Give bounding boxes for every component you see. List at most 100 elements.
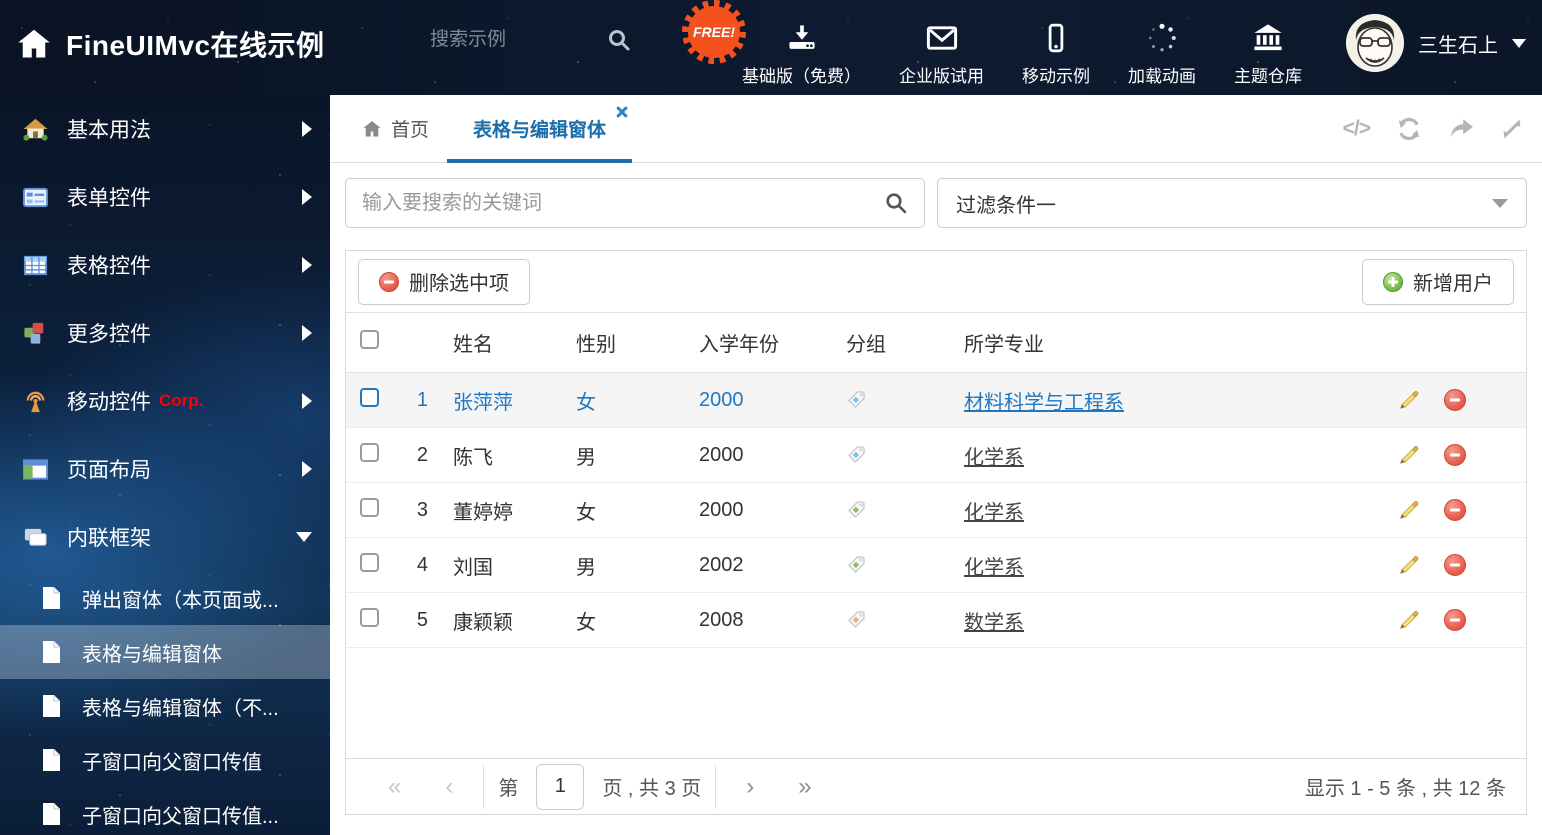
sidebar-item-form-controls[interactable]: 表单控件 — [0, 163, 330, 231]
plus-circle-icon — [1383, 271, 1403, 292]
chevron-right-icon — [302, 461, 312, 477]
table-row[interactable]: 1 张萍萍 女 2000 材料科学与工程系 — [346, 373, 1526, 428]
row-checkbox[interactable] — [360, 497, 379, 517]
major-link[interactable]: 化学系 — [964, 502, 1024, 524]
tab-grid-edit-window[interactable]: 表格与编辑窗体 — [447, 95, 633, 163]
download-icon — [786, 22, 818, 54]
edit-pencil-icon[interactable] — [1398, 499, 1420, 521]
edit-pencil-icon[interactable] — [1398, 609, 1420, 631]
keyword-search-box[interactable] — [345, 178, 925, 228]
keyword-search-input[interactable] — [362, 191, 884, 215]
antenna-icon — [22, 388, 49, 415]
table-row[interactable]: 4 刘国 男 2002 化学系 — [346, 538, 1526, 593]
edit-pencil-icon[interactable] — [1398, 444, 1420, 466]
sidebar-subitem-grid-edit-window[interactable]: 表格与编辑窗体 — [0, 625, 330, 679]
delete-row-icon[interactable] — [1444, 554, 1466, 576]
chevron-right-icon — [302, 189, 312, 205]
row-gender: 男 — [576, 556, 596, 579]
row-year: 2008 — [699, 608, 744, 631]
row-index: 5 — [416, 608, 428, 631]
table-row[interactable]: 3 董婷婷 女 2000 化学系 — [346, 483, 1526, 538]
delete-row-icon[interactable] — [1444, 609, 1466, 631]
user-menu[interactable]: 三生石上 — [1346, 14, 1526, 72]
page-number-input[interactable] — [536, 763, 585, 810]
home-colored-icon — [22, 116, 49, 143]
major-link[interactable]: 数学系 — [964, 612, 1024, 634]
tab-home[interactable]: 首页 — [344, 95, 447, 162]
sidebar-subitem-child-to-parent-2[interactable]: 子窗口向父窗口传值... — [0, 787, 330, 835]
nav-loading-animations[interactable]: 加载动画 — [1128, 12, 1196, 87]
expand-icon[interactable] — [1500, 117, 1524, 141]
sidebar-item-page-layout[interactable]: 页面布局 — [0, 435, 330, 503]
row-gender: 女 — [576, 501, 596, 524]
sidebar-item-more-controls[interactable]: 更多控件 — [0, 299, 330, 367]
delete-row-icon[interactable] — [1444, 444, 1466, 466]
form-icon — [22, 184, 49, 211]
cubes-icon — [22, 320, 49, 347]
filter-dropdown[interactable]: 过滤条件一 — [937, 178, 1527, 228]
delete-row-icon[interactable] — [1444, 389, 1466, 411]
sidebar: 基本用法 表单控件 表格控件 更多控件 移动控件 Corp. 页面布局 内联框架… — [0, 95, 330, 835]
nav-mobile-demos[interactable]: 移动示例 — [1022, 12, 1090, 87]
add-user-button[interactable]: 新增用户 — [1362, 258, 1514, 305]
delete-row-icon[interactable] — [1444, 499, 1466, 521]
file-icon — [40, 586, 62, 610]
main-content: 首页 表格与编辑窗体 </> 输入要搜索的关键词 过滤条件一 删除选中项 新增用… — [330, 95, 1542, 835]
share-forward-icon[interactable] — [1448, 116, 1474, 142]
sidebar-subitem-popup-window[interactable]: 弹出窗体（本页面或... — [0, 571, 330, 625]
tag-icon — [848, 611, 865, 628]
sidebar-subitem-label: 表格与编辑窗体（不... — [82, 697, 279, 720]
file-icon — [40, 748, 62, 772]
nav-basic-free[interactable]: FREE! 基础版（免费） — [682, 0, 861, 87]
brand[interactable]: FineUIMvc在线示例 — [16, 24, 325, 64]
major-link[interactable]: 材料科学与工程系 — [964, 392, 1124, 414]
major-link[interactable]: 化学系 — [964, 557, 1024, 579]
sidebar-subitem-label: 子窗口向父窗口传值... — [82, 805, 279, 828]
refresh-icon[interactable] — [1396, 116, 1422, 142]
source-code-icon[interactable]: </> — [1343, 117, 1371, 141]
sidebar-item-label: 内联框架 — [67, 527, 151, 550]
sidebar-subitem-child-to-parent[interactable]: 子窗口向父窗口传值 — [0, 733, 330, 787]
chevron-right-icon — [302, 393, 312, 409]
table-row[interactable]: 2 陈飞 男 2000 化学系 — [346, 428, 1526, 483]
last-page-button[interactable]: » — [776, 774, 833, 799]
table-row[interactable]: 5 康颖颖 女 2008 数学系 — [346, 593, 1526, 648]
sidebar-item-basic-usage[interactable]: 基本用法 — [0, 95, 330, 163]
sidebar-item-mobile-controls[interactable]: 移动控件 Corp. — [0, 367, 330, 435]
nav-theme-store[interactable]: 主题仓库 — [1234, 12, 1302, 87]
search-icon[interactable] — [884, 191, 908, 215]
row-checkbox[interactable] — [360, 442, 379, 462]
edit-pencil-icon[interactable] — [1398, 389, 1420, 411]
delete-selected-button[interactable]: 删除选中项 — [358, 258, 530, 305]
next-page-button[interactable]: › — [724, 774, 776, 799]
frames-icon — [22, 524, 49, 551]
sidebar-item-label: 表单控件 — [67, 187, 151, 210]
mobile-icon — [1041, 22, 1071, 54]
row-gender: 女 — [576, 611, 596, 634]
header-search-input[interactable] — [430, 29, 585, 51]
page-suffix: 页 , 共 3 页 — [602, 778, 702, 800]
nav-label: 加载动画 — [1128, 67, 1196, 86]
row-checkbox[interactable] — [360, 552, 379, 572]
prev-page-button[interactable]: ‹ — [423, 774, 475, 799]
search-icon[interactable] — [607, 28, 631, 52]
edit-pencil-icon[interactable] — [1398, 554, 1420, 576]
sidebar-subitem-grid-edit-window-2[interactable]: 表格与编辑窗体（不... — [0, 679, 330, 733]
sidebar-item-label: 表格控件 — [67, 255, 151, 278]
header-search[interactable] — [430, 28, 631, 52]
row-checkbox[interactable] — [360, 387, 379, 407]
select-all-checkbox[interactable] — [360, 330, 379, 349]
app-title: FineUIMvc在线示例 — [66, 30, 325, 61]
tab-tools: </> — [1343, 95, 1524, 163]
sidebar-item-iframe[interactable]: 内联框架 — [0, 503, 330, 571]
sidebar-item-grid-controls[interactable]: 表格控件 — [0, 231, 330, 299]
file-icon — [40, 802, 62, 826]
sidebar-subitem-label: 弹出窗体（本页面或... — [82, 589, 279, 612]
major-link[interactable]: 化学系 — [964, 447, 1024, 469]
row-checkbox[interactable] — [360, 607, 379, 627]
close-icon[interactable] — [615, 105, 628, 118]
corp-badge: Corp. — [159, 391, 204, 410]
nav-enterprise-trial[interactable]: 企业版试用 — [899, 12, 984, 87]
nav-label: 主题仓库 — [1234, 67, 1302, 86]
first-page-button[interactable]: « — [366, 774, 423, 799]
